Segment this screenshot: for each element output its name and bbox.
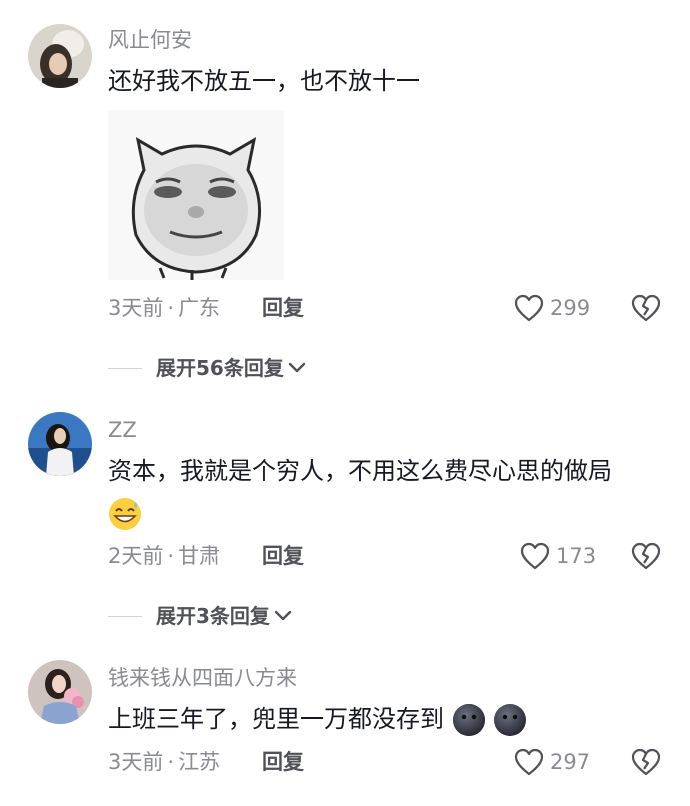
heart-icon [514,748,544,776]
expand-replies-label: 展开56条回复 [156,356,284,380]
meta-separator: · [167,296,175,320]
timestamp: 3天前 [108,750,164,774]
chevron-down-icon [288,362,306,373]
comment-text: 资本，我就是个穷人，不用这么费尽心思的做局 [108,457,612,485]
meme-face-sticker[interactable] [108,110,284,280]
comment-text: 上班三年了，兜里一万都没存到 [108,702,527,737]
username[interactable]: 钱来钱从四面八方来 [108,665,297,691]
avatar[interactable] [28,24,92,88]
like-count: 299 [550,296,591,320]
location: 甘肃 [178,544,221,568]
expand-replies-button[interactable]: 展开56条回复 [108,354,306,382]
dislike-button[interactable] [631,748,661,776]
heart-icon [520,542,550,570]
meta-separator: · [167,544,175,568]
username[interactable]: 风止何安 [108,27,192,53]
dark-blob-emoji-icon [452,704,485,736]
timestamp: 2天前 [108,544,164,568]
expand-replies-label: 展开3条回复 [156,604,270,628]
comment-meta: 2天前 · 甘肃 [108,542,220,570]
comment-meta: 3天前 · 广东 [108,294,220,322]
reply-button[interactable]: 回复 [262,748,304,776]
avatar[interactable] [28,660,92,724]
like-button[interactable]: 173 [520,542,596,570]
dislike-button[interactable] [631,542,661,570]
broken-heart-icon [631,748,661,776]
avatar[interactable] [28,412,92,476]
divider [108,615,142,617]
location: 广东 [178,296,221,320]
comment-meta: 3天前 · 江苏 [108,748,220,776]
comment-text: 还好我不放五一，也不放十一 [108,67,420,95]
location: 江苏 [178,750,221,774]
comment-emoji-line [108,496,142,531]
comment-text-body: 上班三年了，兜里一万都没存到 [108,705,444,733]
reply-button[interactable]: 回复 [262,294,304,322]
heart-icon [514,294,544,322]
broken-heart-icon [631,294,661,322]
broken-heart-icon [631,542,661,570]
like-button[interactable]: 297 [514,748,590,776]
dislike-button[interactable] [631,294,661,322]
reply-button[interactable]: 回复 [262,542,304,570]
divider [108,367,142,369]
comment-item: 风止何安 还好我不放五一，也不放十一 3天前 · 广东 回复 299 展开56条… [0,0,690,380]
username[interactable]: ZZ [108,417,137,443]
expand-replies-button[interactable]: 展开3条回复 [108,602,292,630]
dark-blob-emoji-icon [494,704,527,736]
like-count: 297 [550,750,591,774]
chevron-down-icon [274,610,292,621]
meta-separator: · [167,750,175,774]
timestamp: 3天前 [108,296,164,320]
like-button[interactable]: 299 [514,294,590,322]
grin-sweat-emoji-icon [109,498,141,530]
like-count: 173 [556,544,597,568]
